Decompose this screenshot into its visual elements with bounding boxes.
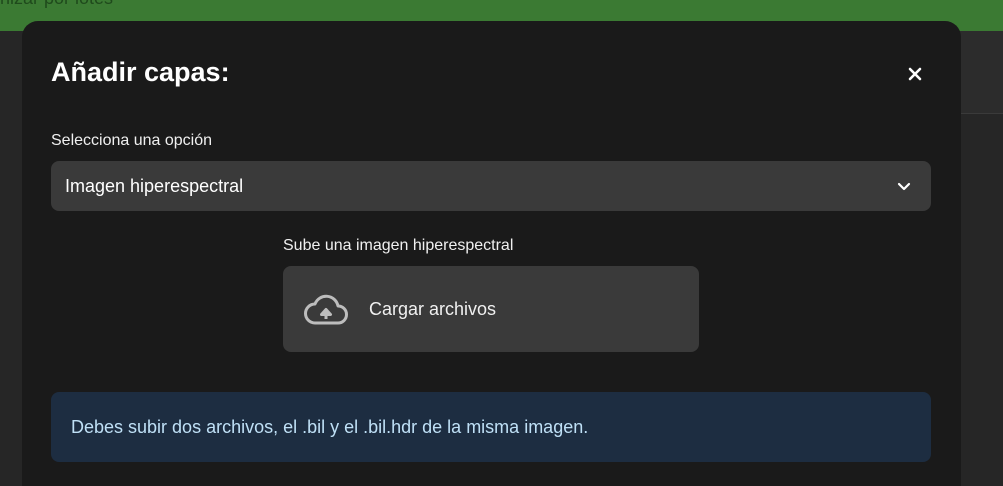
- add-layers-modal: Añadir capas: Selecciona una opción Imag…: [22, 21, 961, 486]
- modal-title: Añadir capas:: [51, 57, 230, 87]
- background-header-strip: [960, 31, 1003, 114]
- layer-type-select[interactable]: Imagen hiperespectral: [51, 161, 931, 211]
- upload-label: Sube una imagen hiperespectral: [283, 237, 514, 254]
- select-value: Imagen hiperespectral: [65, 176, 244, 196]
- background-banner-text: nizar por lotes: [0, 0, 113, 9]
- select-label: Selecciona una opción: [51, 132, 213, 149]
- close-icon: [908, 67, 922, 81]
- upload-dropzone[interactable]: Cargar archivos: [283, 266, 699, 352]
- close-button[interactable]: [902, 61, 928, 87]
- chevron-down-icon: [897, 182, 911, 191]
- cloud-upload-icon: [304, 294, 348, 325]
- info-alert: Debes subir dos archivos, el .bil y el .…: [51, 392, 931, 462]
- info-text: Debes subir dos archivos, el .bil y el .…: [71, 417, 589, 437]
- upload-button-text: Cargar archivos: [369, 299, 497, 319]
